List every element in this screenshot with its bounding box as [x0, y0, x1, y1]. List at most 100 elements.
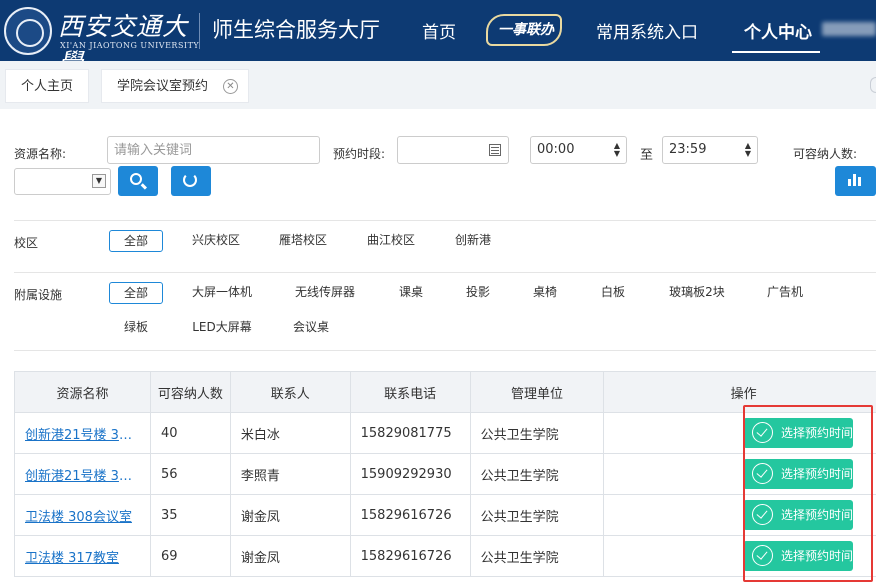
select-time-label: 选择预约时间: [780, 426, 853, 440]
select-time-label: 选择预约时间: [780, 549, 853, 563]
nav-active-indicator: [732, 51, 820, 53]
nav-yishi-label: 一事联办: [498, 22, 554, 38]
resource-name-link[interactable]: 创新港21号楼 314…: [14, 453, 151, 495]
table-header-row: 资源名称 可容纳人数 联系人 联系电话 管理单位 操作: [14, 371, 876, 413]
spinner-arrows-icon[interactable]: ▲ ▼: [743, 142, 753, 158]
action-cell: 选择预约时间: [603, 453, 876, 495]
university-logo[interactable]: 西安交通大學 XI'AN JIAOTONG UNIVERSITY: [0, 0, 200, 77]
facility-option[interactable]: 投影: [461, 282, 495, 304]
unit-cell: 公共卫生学院: [469, 494, 605, 536]
contact-cell: 谢金凤: [229, 535, 351, 577]
end-time-input[interactable]: 23:59 ▲ ▼: [662, 136, 758, 164]
refresh-icon: [183, 173, 197, 187]
table-row: 卫法楼 308会议室 35 谢金凤 15829616726 公共卫生学院 选择预…: [14, 494, 876, 536]
phone-cell: 15829081775: [349, 412, 471, 454]
reset-button[interactable]: [171, 166, 211, 196]
booking-period-label: 预约时段:: [333, 147, 386, 161]
facility-option[interactable]: 绿板: [118, 317, 154, 339]
tab-personal-home[interactable]: 个人主页: [5, 69, 89, 103]
column-header[interactable]: 可容纳人数: [150, 371, 231, 413]
facility-filter-label: 附属设施: [14, 288, 63, 302]
phone-cell: 15909292930: [349, 453, 471, 495]
facility-option[interactable]: 白板: [596, 282, 630, 304]
nav-home[interactable]: 首页: [422, 18, 456, 43]
campus-option-xingqing[interactable]: 兴庆校区: [185, 230, 247, 252]
close-icon[interactable]: ✕: [223, 79, 238, 94]
divider: [14, 220, 876, 221]
statistics-button[interactable]: [835, 166, 876, 196]
facility-option[interactable]: 广告机: [761, 282, 809, 304]
tab-meeting-room-booking[interactable]: 学院会议室预约 ✕: [101, 69, 249, 103]
column-header[interactable]: 联系电话: [349, 371, 471, 413]
capacity-select[interactable]: ▼: [14, 168, 111, 195]
tab-strip: 个人主页 学院会议室预约 ✕: [0, 61, 876, 109]
logo-english-name: XI'AN JIAOTONG UNIVERSITY: [60, 41, 200, 50]
check-circle-icon: [752, 545, 773, 566]
unit-cell: 公共卫生学院: [469, 535, 605, 577]
capacity-label: 可容纳人数:: [793, 147, 858, 161]
to-label: 至: [640, 148, 654, 163]
column-header[interactable]: 联系人: [229, 371, 351, 413]
contact-cell: 谢金凤: [229, 494, 351, 536]
bar-chart-icon: [848, 174, 862, 186]
calendar-icon[interactable]: [489, 144, 501, 156]
start-time-value: 00:00: [537, 142, 575, 157]
unit-cell: 公共卫生学院: [469, 412, 605, 454]
check-circle-icon: [752, 504, 773, 525]
resource-name-link[interactable]: 卫法楼 317教室: [14, 535, 151, 577]
column-header[interactable]: 管理单位: [469, 371, 605, 413]
tab-label: 个人主页: [20, 79, 73, 94]
select-time-label: 选择预约时间: [780, 508, 853, 522]
resource-name-link[interactable]: 创新港21号楼 304…: [14, 412, 151, 454]
resource-table: 资源名称 可容纳人数 联系人 联系电话 管理单位 操作 创新港21号楼 304……: [14, 371, 876, 577]
unit-cell: 公共卫生学院: [469, 453, 605, 495]
chevron-down-icon: ▼: [92, 174, 106, 188]
column-header[interactable]: 资源名称: [14, 371, 151, 413]
logo-divider: [199, 13, 200, 49]
table-row: 创新港21号楼 304… 40 米白冰 15829081775 公共卫生学院 选…: [14, 412, 876, 454]
campus-option-all[interactable]: 全部: [109, 230, 163, 252]
search-button[interactable]: [118, 166, 158, 196]
user-name-blurred[interactable]: [822, 22, 876, 36]
tab-label: 学院会议室预约: [117, 79, 209, 94]
facility-option[interactable]: LED大屏幕: [185, 317, 259, 339]
action-cell: 选择预约时间: [603, 494, 876, 536]
contact-cell: 李照青: [229, 453, 351, 495]
campus-option-qujiang[interactable]: 曲江校区: [360, 230, 422, 252]
facility-option-all[interactable]: 全部: [109, 282, 163, 304]
select-time-button[interactable]: 选择预约时间: [743, 500, 853, 530]
facility-option[interactable]: 课桌: [394, 282, 428, 304]
university-emblem-icon: [4, 7, 52, 55]
select-time-button[interactable]: 选择预约时间: [743, 418, 853, 448]
phone-cell: 15829616726: [349, 494, 471, 536]
column-header: 操作: [603, 371, 876, 413]
resource-name-label: 资源名称:: [14, 147, 67, 161]
capacity-cell: 40: [150, 412, 231, 454]
select-time-button[interactable]: 选择预约时间: [743, 459, 853, 489]
resource-name-link[interactable]: 卫法楼 308会议室: [14, 494, 151, 536]
resource-name-input[interactable]: [107, 136, 320, 164]
facility-option[interactable]: 玻璃板2块: [664, 282, 730, 304]
start-time-input[interactable]: 00:00 ▲ ▼: [530, 136, 627, 164]
end-time-value: 23:59: [669, 142, 707, 157]
check-circle-icon: [752, 463, 773, 484]
nav-yishi-lianban[interactable]: 一事联办: [484, 10, 564, 50]
facility-option[interactable]: 会议桌: [288, 317, 334, 339]
capacity-cell: 69: [150, 535, 231, 577]
facility-option[interactable]: 大屏一体机: [185, 282, 259, 304]
facility-option[interactable]: 桌椅: [528, 282, 562, 304]
table-row: 卫法楼 317教室 69 谢金凤 15829616726 公共卫生学院 选择预约…: [14, 535, 876, 577]
capacity-cell: 35: [150, 494, 231, 536]
campus-option-chuangxingang[interactable]: 创新港: [448, 230, 498, 252]
nav-common-systems[interactable]: 常用系统入口: [596, 18, 698, 43]
select-time-button[interactable]: 选择预约时间: [743, 541, 853, 571]
select-time-label: 选择预约时间: [780, 467, 853, 481]
spinner-arrows-icon[interactable]: ▲ ▼: [612, 142, 622, 158]
booking-date-input[interactable]: [397, 136, 509, 164]
site-title: 师生综合服务大厅: [212, 18, 380, 42]
campus-option-yanta[interactable]: 雁塔校区: [272, 230, 334, 252]
divider: [14, 350, 876, 351]
nav-personal-center[interactable]: 个人中心: [744, 18, 812, 43]
facility-option[interactable]: 无线传屏器: [288, 282, 362, 304]
tab-scroll-handle[interactable]: [870, 77, 876, 93]
